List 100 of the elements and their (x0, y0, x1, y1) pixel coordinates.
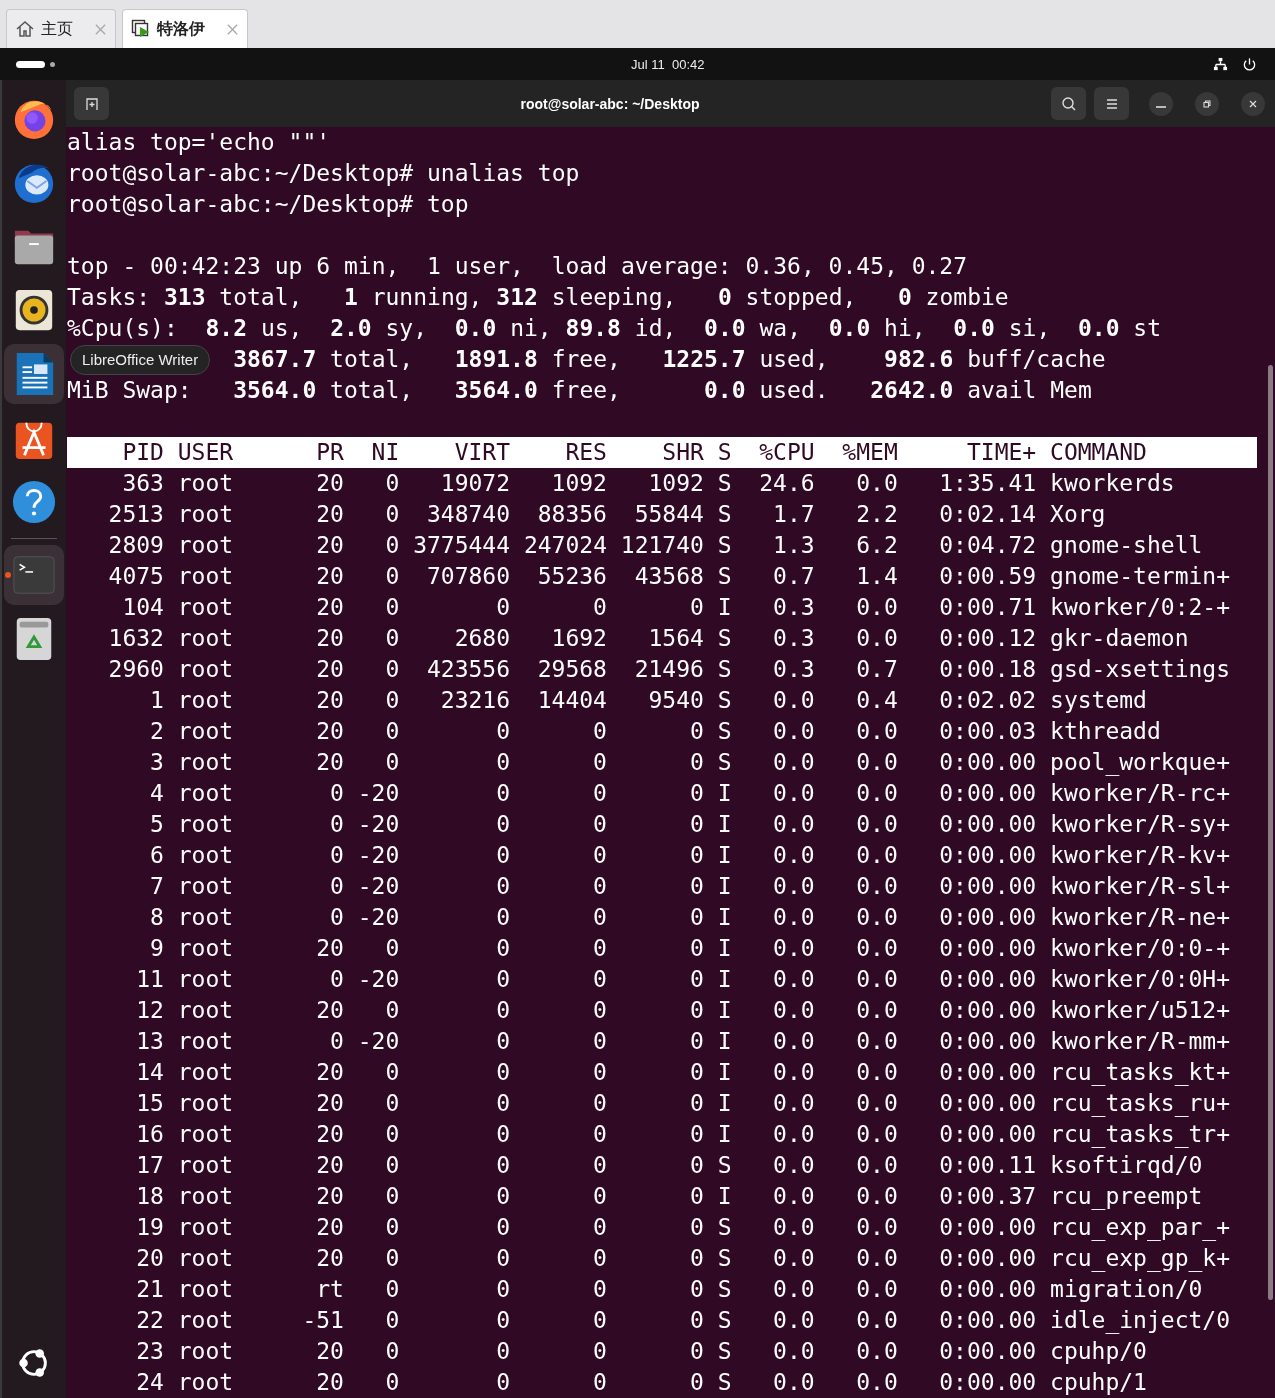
table-cell-text: -51 (302, 1306, 344, 1335)
table-cell-text: -20 (357, 779, 400, 808)
table-cell-text: kworker/R-sl+ (1050, 872, 1232, 901)
table-cell-text: 0 (495, 841, 511, 870)
table-cell-text: 0 (384, 1089, 400, 1118)
terminal-line: top - 00:42:23 up 6 min, 1 user, load average: 0.36, 0.45, 0.27 (67, 252, 969, 281)
minimize-icon (1156, 105, 1166, 108)
table-cell-text: 0.0 (772, 1275, 815, 1304)
column-header: TIME+ (965, 438, 1037, 467)
table-cell-text: rcu_tasks_tr+ (1050, 1120, 1232, 1150)
table-cell-text: -20 (357, 903, 400, 932)
table-cell-text: 0.0 (772, 1213, 815, 1242)
menu-button[interactable] (1094, 87, 1129, 120)
table-cell-text: 21496 (633, 655, 704, 684)
table-cell-text: 1564 (647, 624, 704, 653)
table-cell-text: 0 (384, 655, 400, 684)
minimize-button[interactable] (1149, 91, 1173, 116)
scrollbar[interactable] (1268, 365, 1273, 1300)
network-icon[interactable] (1213, 56, 1228, 72)
table-cell-text: S (717, 748, 732, 777)
search-button[interactable] (1051, 87, 1086, 120)
table-cell-text: cpuhp/1 (1050, 1368, 1148, 1397)
table-cell-text: 0.7 (855, 655, 898, 684)
table-cell-text: 20 (315, 1368, 344, 1397)
table-cell-text: 0 (384, 593, 400, 622)
table-cell-text: 0 (495, 593, 511, 622)
table-cell-text: 0 (689, 1213, 704, 1242)
clock[interactable]: Jul 11 00:42 (631, 56, 705, 72)
table-cell-text: 0 (495, 965, 511, 994)
new-tab-button[interactable] (74, 87, 109, 120)
table-cell-text: S (717, 624, 732, 653)
table-cell-text: kworkerds (1050, 469, 1176, 498)
table-cell-text: 29568 (536, 655, 607, 684)
table-cell-text: 0 (592, 1213, 607, 1242)
table-cell-text: 0:00.00 (938, 1306, 1037, 1335)
table-cell-text: 0:00.18 (938, 655, 1037, 684)
table-cell-text: kthreadd (1050, 717, 1162, 746)
table-cell-text: I (717, 1058, 732, 1087)
table-cell-text: 0 (689, 1306, 704, 1335)
table-cell-text: root (177, 686, 235, 715)
table-cell-text: kworker/0:2-+ (1050, 593, 1232, 622)
table-cell-text: 0 (592, 1027, 607, 1056)
table-cell-text: 21 (135, 1275, 164, 1304)
table-cell-text: 0.0 (855, 1275, 898, 1304)
table-cell-text: 0.3 (772, 593, 815, 622)
table-cell-text: I (717, 996, 732, 1025)
table-cell-text: 0 (689, 1027, 704, 1056)
table-cell-text: root (177, 1337, 235, 1366)
close-button[interactable] (1241, 91, 1265, 116)
table-cell-text: 0:00.03 (938, 717, 1037, 746)
dock-item[interactable] (4, 344, 64, 404)
table-cell-text: 0 (689, 1058, 704, 1087)
table-cell-text: 0 (495, 748, 511, 777)
column-header: PR (315, 438, 344, 467)
table-cell-text: 0 (495, 934, 511, 963)
table-cell-text: root (177, 810, 235, 839)
power-icon[interactable] (1242, 56, 1257, 72)
table-cell-text: 1 (149, 686, 164, 715)
table-cell-text: 0 (592, 779, 607, 808)
table-cell-text: 0.0 (855, 872, 898, 901)
table-cell-text: 22 (135, 1306, 164, 1335)
table-cell-text: 3775444 (413, 531, 511, 560)
table-cell-text: 0 (495, 903, 511, 932)
table-cell-text: 0 (384, 717, 400, 746)
table-cell-text: 0:00.37 (938, 1182, 1037, 1211)
table-cell-text: root (177, 872, 235, 901)
table-cell-text: 0 (689, 1089, 704, 1118)
table-cell-text: 0:00.00 (938, 841, 1037, 870)
table-cell-text: 0 (384, 934, 400, 963)
table-cell-text: 0 (689, 841, 704, 870)
table-cell-text: 8 (149, 903, 164, 932)
table-cell-text: 0:00.00 (938, 1244, 1037, 1273)
table-cell-text: root (177, 1058, 235, 1087)
table-cell-text: 55844 (633, 500, 704, 529)
table-cell-text: 0.0 (772, 717, 815, 746)
terminal-line: 3867.7 total, 1891.8 free, 1225.7 used, 982.6 buff/cache (233, 345, 1106, 374)
table-cell-text: 0 (592, 1244, 607, 1273)
table-cell-text: 0 (384, 996, 400, 1025)
table-cell-text: root (177, 996, 235, 1025)
table-cell-text: 0 (592, 841, 607, 870)
table-cell-text: root (177, 779, 235, 808)
search-icon (1060, 95, 1077, 112)
browser-tab[interactable]: 主页 (6, 9, 116, 48)
table-cell-text: 0 (384, 1120, 400, 1149)
browser-tab[interactable]: 特洛伊 (122, 9, 248, 48)
table-cell-text: root (177, 1368, 235, 1397)
table-cell-text: 24.6 (758, 469, 815, 498)
table-cell-text: root (177, 593, 235, 622)
column-header: VIRT (453, 438, 511, 467)
table-cell-text: 0 (495, 1337, 511, 1366)
table-cell-text: 16 (135, 1120, 164, 1149)
table-cell-text: 0 (592, 1089, 607, 1118)
table-cell-text: root (177, 1306, 235, 1335)
table-cell-text: 0.0 (855, 810, 898, 839)
table-cell-text: 0 (689, 1337, 704, 1366)
table-cell-text: systemd (1050, 686, 1148, 715)
table-cell-text: 0 (689, 748, 704, 777)
table-cell-text: 43568 (633, 562, 704, 591)
restore-button[interactable] (1195, 91, 1219, 116)
table-cell-text: 0:00.00 (938, 1058, 1037, 1087)
